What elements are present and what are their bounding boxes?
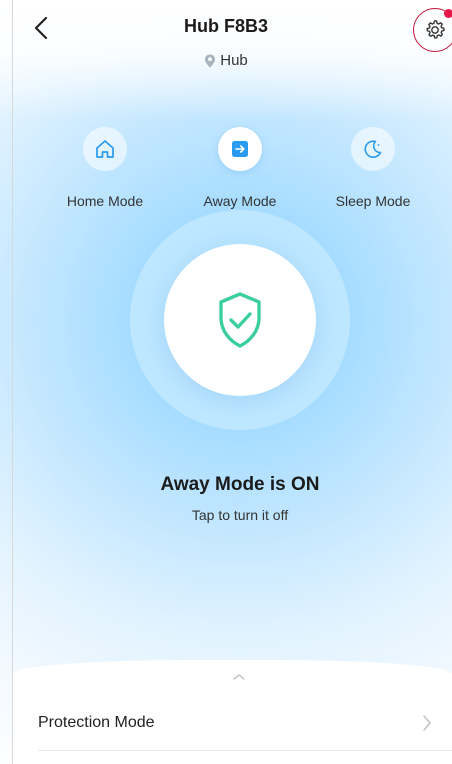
location-pin-icon <box>205 54 216 67</box>
chevron-right-icon <box>423 715 431 731</box>
mode-away-circle <box>218 127 262 171</box>
mode-home[interactable]: Home Mode <box>45 127 165 209</box>
panel-handle[interactable] <box>232 669 246 680</box>
status-title: Away Mode is ON <box>160 474 320 495</box>
mode-sleep-circle <box>351 127 395 171</box>
status-subtitle: Tap to turn it off <box>191 507 289 523</box>
mode-home-label: Home Mode <box>66 193 144 209</box>
home-icon <box>96 140 114 158</box>
list-divider <box>38 750 452 751</box>
list-item-protection-mode[interactable]: Protection Mode <box>38 698 452 748</box>
page-title: Hub F8B3 <box>183 16 268 36</box>
chevron-up-icon <box>233 674 245 680</box>
away-toggle-button[interactable] <box>164 244 316 396</box>
mode-home-circle <box>83 127 127 171</box>
mode-away-label: Away Mode <box>203 193 277 209</box>
location-label: Hub <box>0 52 452 69</box>
shield-check-icon <box>219 292 261 348</box>
location-text: Hub <box>220 52 248 69</box>
list-item-label: Protection Mode <box>38 714 155 731</box>
edge-line <box>12 0 13 764</box>
mode-sleep[interactable]: Sleep Mode <box>313 127 433 209</box>
mode-sleep-label: Sleep Mode <box>335 193 411 209</box>
gear-icon <box>426 20 445 39</box>
hub-screen: Hub F8B3 Hub Home Mode Away Mode Sleep M… <box>0 0 452 764</box>
away-icon <box>232 141 248 157</box>
mode-away[interactable]: Away Mode <box>180 127 300 209</box>
notification-badge <box>444 9 452 18</box>
moon-icon <box>364 140 382 158</box>
